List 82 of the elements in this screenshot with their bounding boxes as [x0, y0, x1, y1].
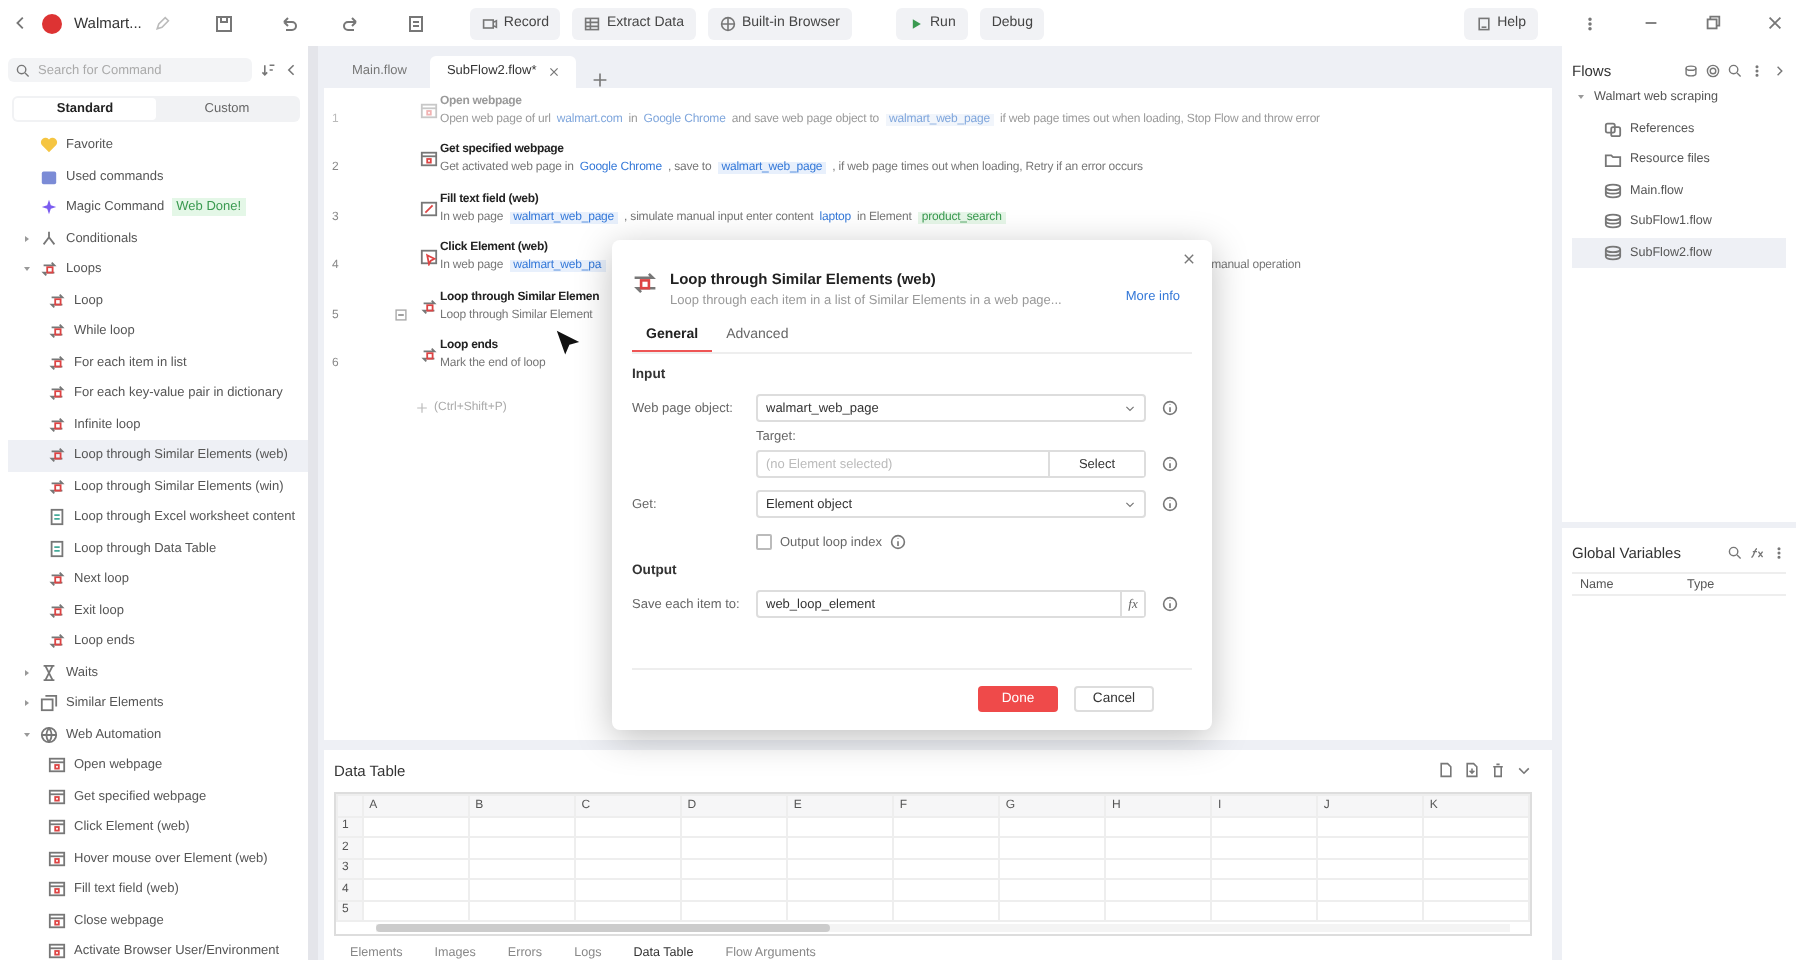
hourglass-icon — [40, 663, 58, 682]
loop-icon — [48, 384, 66, 403]
checkbox[interactable] — [756, 534, 772, 550]
close-icon[interactable] — [1766, 14, 1784, 32]
collapse-icon[interactable] — [393, 308, 407, 323]
info-icon[interactable] — [889, 534, 906, 550]
info-icon[interactable] — [1162, 456, 1178, 472]
loop-icon — [48, 570, 66, 589]
webpage-icon — [48, 849, 66, 868]
caret-down-icon[interactable] — [1576, 92, 1586, 103]
redo-icon[interactable] — [341, 13, 362, 33]
chevron-right-icon[interactable] — [1772, 63, 1786, 77]
webpage-icon — [48, 880, 66, 899]
chevron-down-icon[interactable] — [1516, 762, 1532, 778]
caret-right-icon[interactable] — [21, 233, 31, 244]
loop-icon — [48, 322, 66, 341]
stack-icon — [1604, 181, 1622, 200]
copy-icon — [40, 694, 58, 713]
webpage-icon — [48, 818, 66, 837]
globe-icon — [40, 725, 58, 744]
loop-icon — [48, 353, 66, 372]
info-icon[interactable] — [1162, 496, 1178, 512]
play-icon — [908, 15, 924, 31]
sheet-icon — [48, 539, 66, 558]
webpage-icon — [48, 942, 66, 960]
chevron-down-icon — [1124, 498, 1136, 510]
sheet-icon — [48, 508, 66, 527]
folder-icon — [1604, 150, 1622, 169]
cursor-icon — [554, 328, 582, 356]
more-icon[interactable] — [1582, 15, 1598, 31]
loop-icon — [48, 632, 66, 651]
close-icon[interactable] — [1182, 252, 1196, 266]
pointer-icon — [420, 248, 438, 267]
file-icon[interactable] — [1438, 762, 1454, 778]
restore-icon[interactable] — [1704, 14, 1722, 32]
search-icon[interactable] — [1728, 545, 1742, 559]
trash-icon[interactable] — [1490, 762, 1506, 778]
sort-icon[interactable] — [260, 62, 276, 78]
loop-icon — [48, 446, 66, 465]
globe-icon — [719, 15, 736, 31]
stack-icon — [1604, 212, 1622, 231]
caret-down-icon[interactable] — [21, 729, 31, 740]
close-icon[interactable] — [548, 65, 561, 78]
webpage-icon — [420, 150, 438, 169]
loop-icon — [40, 260, 58, 279]
loop-icon — [48, 477, 66, 496]
caret-right-icon[interactable] — [21, 698, 31, 709]
link-icon — [1604, 119, 1622, 138]
loop-icon — [632, 270, 658, 296]
webpage-icon — [48, 756, 66, 775]
horizontal-scrollbar[interactable] — [376, 924, 1510, 932]
webpage-icon — [420, 101, 438, 120]
import-icon[interactable] — [1464, 762, 1480, 778]
stack-icon — [1604, 243, 1622, 262]
info-icon[interactable] — [1162, 400, 1178, 416]
webpage-icon — [48, 911, 66, 930]
undo-icon[interactable] — [277, 13, 298, 33]
more-icon[interactable] — [1772, 545, 1786, 559]
info-icon[interactable] — [1162, 596, 1178, 612]
loop-icon — [420, 346, 438, 365]
webpage-icon — [48, 787, 66, 806]
sparkle-icon — [40, 198, 58, 217]
chevron-down-icon — [1124, 402, 1136, 414]
loop-icon — [48, 415, 66, 434]
caret-down-icon[interactable] — [21, 264, 31, 275]
loop-icon — [48, 601, 66, 620]
document-icon[interactable] — [405, 13, 426, 33]
text-field-icon — [420, 199, 438, 218]
collapse-icon[interactable] — [284, 62, 300, 78]
search-icon[interactable] — [1728, 63, 1742, 77]
branch-icon — [40, 229, 58, 248]
loop-icon — [48, 291, 66, 310]
caret-right-icon[interactable] — [21, 667, 31, 678]
search-icon — [16, 63, 30, 77]
table-icon — [584, 15, 601, 31]
camera-icon — [481, 15, 498, 31]
more-icon[interactable] — [1750, 63, 1764, 77]
loop-icon — [420, 297, 438, 316]
save-icon[interactable] — [213, 13, 234, 33]
heart-icon — [40, 136, 58, 155]
app-logo — [42, 13, 62, 33]
add-icon[interactable] — [592, 71, 609, 88]
